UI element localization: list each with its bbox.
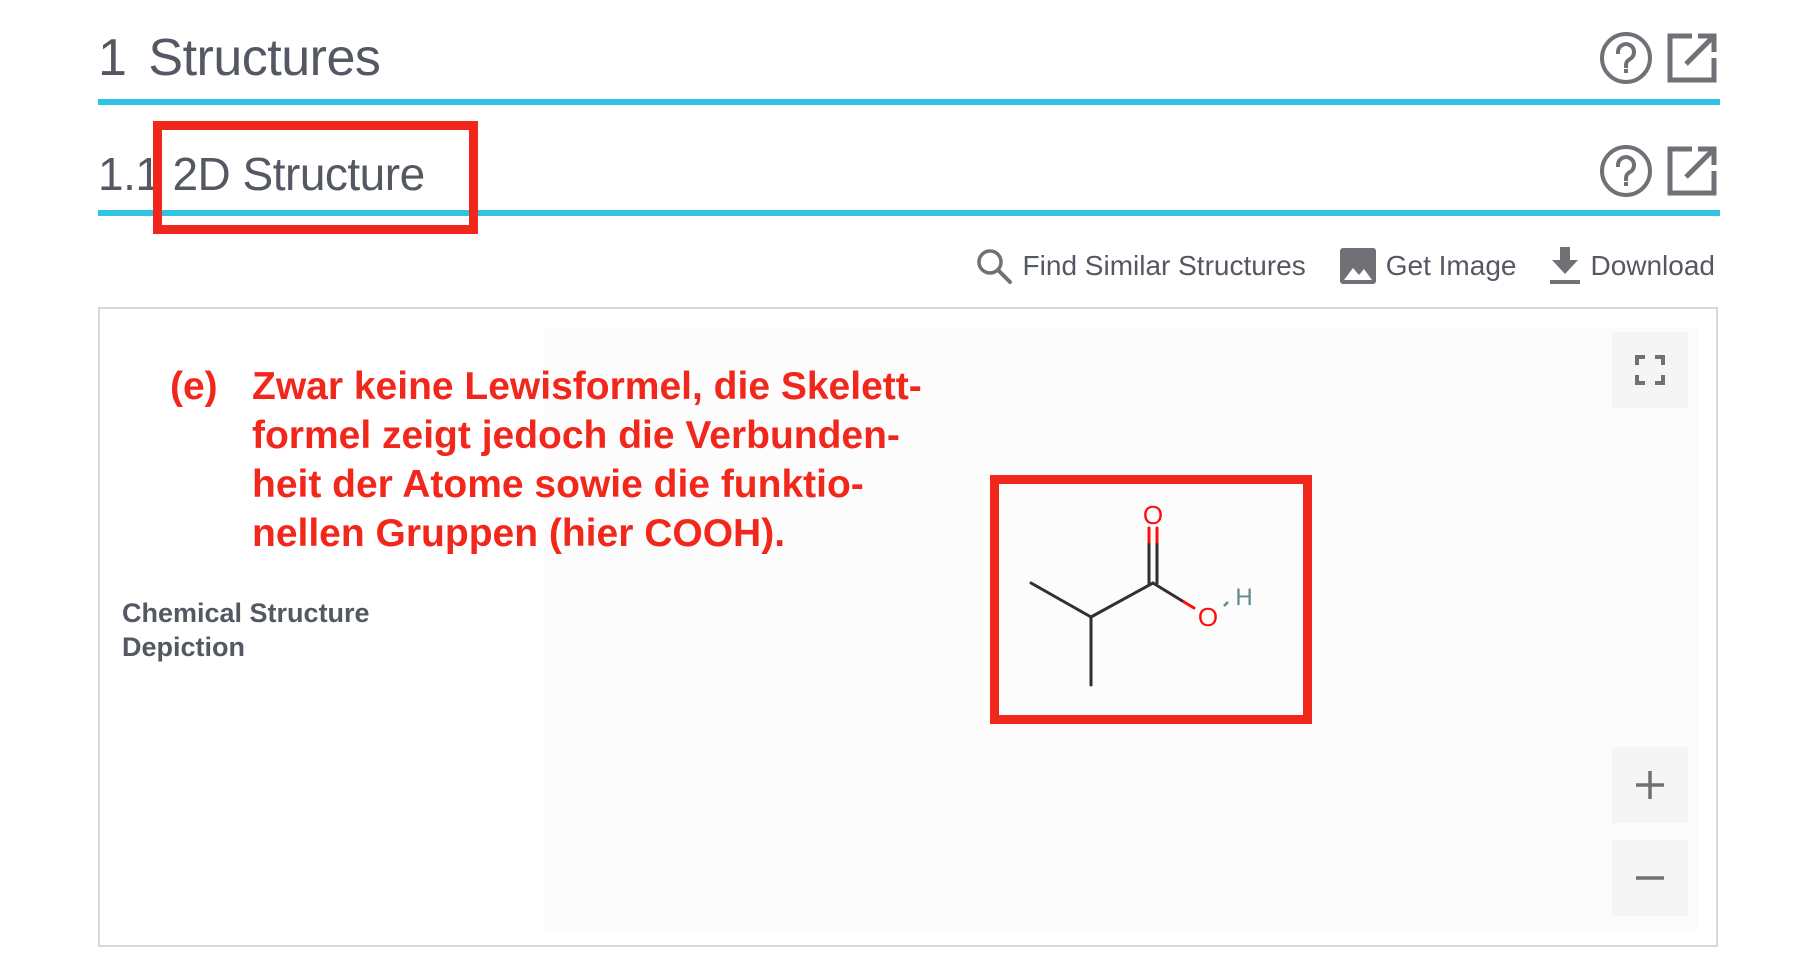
search-icon [976, 249, 1012, 284]
external-link-icon [1667, 33, 1717, 83]
annotation-line: formel zeigt jedoch die Verbunden- [252, 414, 900, 457]
subsection-open-button[interactable] [1664, 143, 1720, 199]
annotation-line: Zwar keine Lewisformel, die Skelett- [252, 365, 922, 408]
zoom-in-button[interactable] [1612, 747, 1688, 823]
annotation-line: heit der Atome sowie die funktio- [252, 463, 864, 506]
minus-icon [1636, 876, 1664, 880]
section-help-button[interactable] [1598, 30, 1654, 86]
external-link-icon [1667, 146, 1717, 196]
get-image-button[interactable]: Get Image [1339, 248, 1517, 284]
image-icon [1339, 248, 1376, 284]
find-similar-structures-label: Find Similar Structures [1022, 250, 1306, 281]
subsection-help-button[interactable] [1598, 143, 1654, 199]
section-rule [98, 99, 1720, 105]
fullscreen-button[interactable] [1612, 332, 1688, 408]
subsection-number: 1.1 [98, 148, 161, 200]
annotation-line: nellen Gruppen (hier COOH). [252, 512, 786, 555]
get-image-label: Get Image [1385, 250, 1517, 281]
section-number: 1 [98, 29, 127, 87]
annotation-body: Zwar keine Lewisformel, die Skelett- for… [252, 362, 1012, 558]
download-label: Download [1590, 250, 1715, 281]
download-button[interactable]: Download [1550, 247, 1715, 285]
chemical-structure-depiction-label: Chemical Structure Depiction [122, 596, 442, 664]
section-heading: 1 Structures [98, 28, 381, 88]
annotation-highlight-molecule [990, 475, 1312, 724]
zoom-out-button[interactable] [1612, 840, 1688, 916]
section-open-button[interactable] [1664, 30, 1720, 86]
fullscreen-icon [1635, 355, 1665, 385]
depiction-label-line: Chemical Structure [122, 598, 370, 628]
find-similar-structures-button[interactable]: Find Similar Structures [975, 247, 1306, 285]
download-icon [1550, 247, 1581, 284]
structure-toolbar: Find Similar Structures Get Image Downlo… [975, 244, 1715, 288]
depiction-label-line: Depiction [122, 632, 246, 662]
plus-icon [1636, 771, 1664, 799]
help-circle-icon [1600, 145, 1652, 197]
help-circle-icon [1600, 32, 1652, 84]
annotation-tag: (e) [170, 365, 218, 408]
annotation-highlight-title [153, 121, 478, 234]
section-title: Structures [148, 29, 381, 87]
